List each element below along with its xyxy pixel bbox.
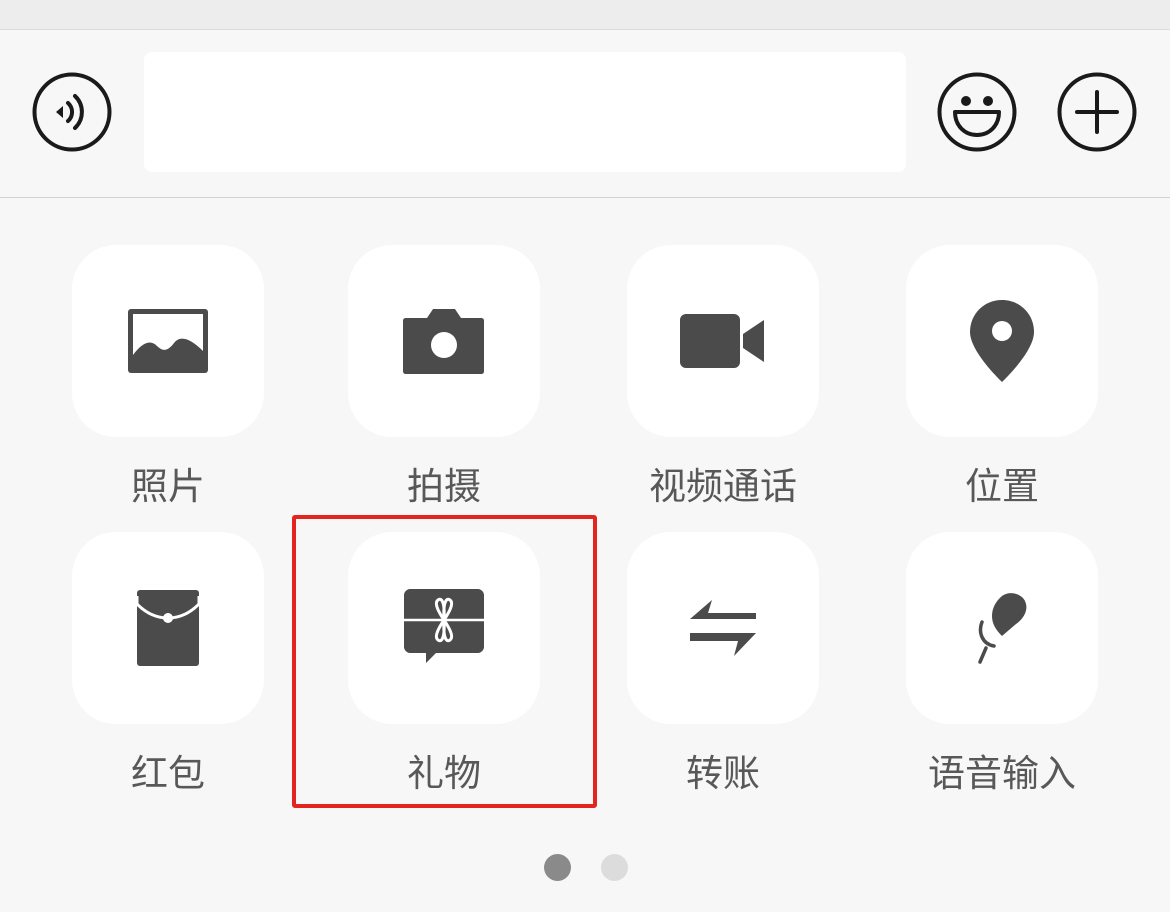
red-packet-icon: [137, 590, 199, 666]
plus-icon: [1057, 72, 1137, 152]
camera-icon: [403, 309, 484, 374]
transfer-tile[interactable]: [627, 532, 819, 724]
panel-item-label: 转账: [686, 752, 760, 795]
gift-icon: [404, 589, 484, 663]
photo-tile[interactable]: [72, 245, 264, 437]
panel-item-label: 礼物: [407, 752, 481, 795]
panel-item-label: 红包: [131, 752, 205, 795]
microphone-icon: [978, 593, 1027, 664]
video-call-tile[interactable]: [627, 245, 819, 437]
gift-tile[interactable]: [348, 532, 540, 724]
panel-item-location[interactable]: 位置: [906, 245, 1098, 508]
voice-input-icon: [32, 72, 112, 152]
page-indicator-dot-active[interactable]: [544, 854, 571, 881]
voice-input-button[interactable]: [32, 72, 112, 152]
panel-item-red-packet[interactable]: 红包: [72, 532, 264, 795]
panel-item-label: 照片: [131, 465, 205, 508]
photo-icon: [128, 309, 208, 373]
page-indicator-dot[interactable]: [601, 854, 628, 881]
video-call-icon: [680, 314, 764, 368]
panel-item-photo[interactable]: 照片: [72, 245, 264, 508]
panel-item-label: 拍摄: [407, 465, 481, 508]
panel-item-gift[interactable]: 礼物: [348, 532, 540, 795]
transfer-icon: [690, 600, 756, 656]
more-functions-button[interactable]: [1057, 72, 1137, 152]
message-input[interactable]: [144, 52, 906, 172]
camera-tile[interactable]: [348, 245, 540, 437]
location-pin-icon: [970, 300, 1034, 382]
panel-item-camera[interactable]: 拍摄: [348, 245, 540, 508]
panel-item-label: 语音输入: [928, 752, 1076, 795]
voice-input-tile[interactable]: [906, 532, 1098, 724]
panel-item-transfer[interactable]: 转账: [627, 532, 819, 795]
panel-item-video-call[interactable]: 视频通话: [627, 245, 819, 508]
location-tile[interactable]: [906, 245, 1098, 437]
top-strip: [0, 0, 1170, 30]
smiley-icon: [937, 72, 1017, 152]
panel-item-voice-input[interactable]: 语音输入: [906, 532, 1098, 795]
panel-item-label: 位置: [965, 465, 1039, 508]
panel-item-label: 视频通话: [649, 465, 797, 508]
red-packet-tile[interactable]: [72, 532, 264, 724]
emoji-button[interactable]: [937, 72, 1017, 152]
